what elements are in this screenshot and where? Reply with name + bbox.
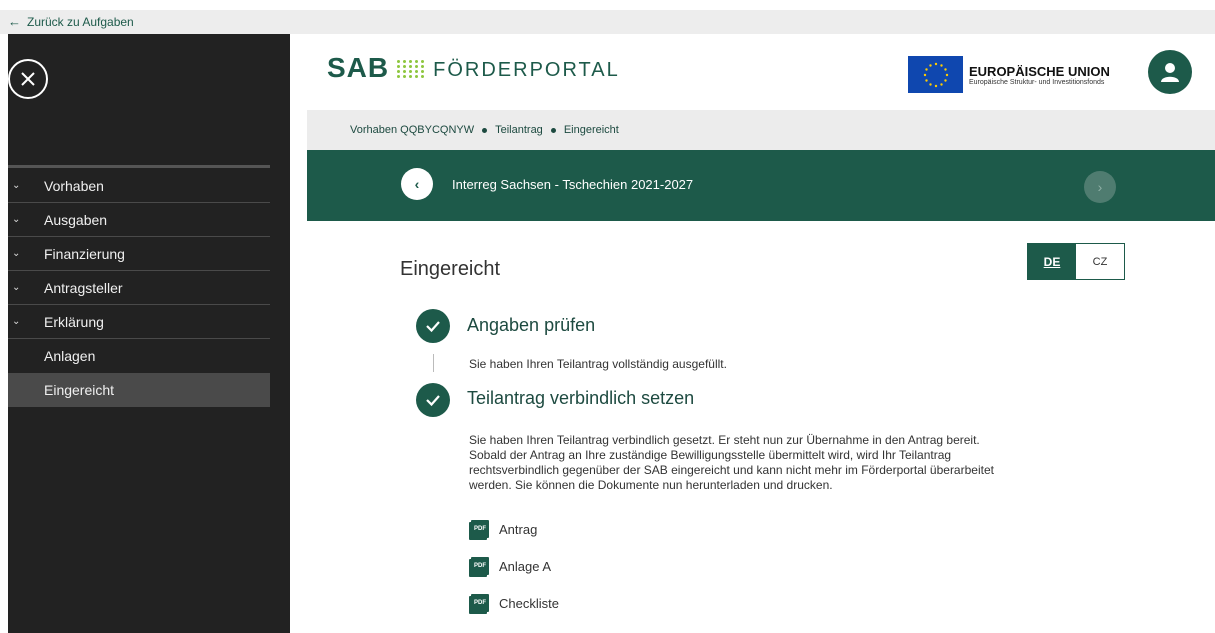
sidebar-item-label: Eingereicht xyxy=(44,382,115,398)
arrow-left-icon: ← xyxy=(8,14,21,29)
chevron-down-icon: ⌄ xyxy=(12,282,21,293)
user-avatar-button[interactable] xyxy=(1148,50,1192,94)
step-text-line: werden. Sie können die Dokumente nun her… xyxy=(469,478,833,492)
sidebar-item-label: Anlagen xyxy=(44,348,96,364)
breadcrumb-item-eingereicht: Eingereicht xyxy=(563,124,619,136)
step-title: Angaben prüfen xyxy=(467,315,596,335)
pdf-icon: PDF xyxy=(471,520,489,538)
step-text-line: Sobald der Antrag an Ihre zuständige Bew… xyxy=(469,448,952,462)
document-link-antrag[interactable]: PDF Antrag xyxy=(471,520,537,538)
back-to-tasks-link[interactable]: ← Zurück zu Aufgaben xyxy=(8,14,134,29)
program-banner: ‹ Interreg Sachsen - Tschechien 2021-202… xyxy=(307,150,1215,221)
checkmark-icon xyxy=(426,395,440,407)
sidebar: ⌄ Vorhaben ⌄ Ausgaben ⌄ Finanzierung ⌄ A… xyxy=(8,34,290,633)
header: SAB FÖRDERPORTAL EUROPÄISCHE UNION Europ… xyxy=(307,34,1215,110)
step-description: Sie haben Ihren Teilantrag verbindlich g… xyxy=(469,433,994,493)
page-title: Eingereicht xyxy=(400,258,501,280)
breadcrumb-separator xyxy=(482,127,488,133)
back-link-label: Zurück zu Aufgaben xyxy=(27,14,134,29)
step-complete-icon xyxy=(416,383,450,417)
document-link-checkliste[interactable]: PDF Checkliste xyxy=(471,594,559,612)
sidebar-item-eingereicht[interactable]: Eingereicht xyxy=(8,373,270,407)
pdf-icon: PDF xyxy=(471,594,489,612)
eu-subtitle: Europäische Struktur- und Investitionsfo… xyxy=(969,78,1105,86)
language-de-button[interactable]: DE xyxy=(1028,244,1076,279)
sidebar-item-finanzierung[interactable]: ⌄ Finanzierung xyxy=(8,237,270,271)
sab-logo[interactable]: SAB FÖRDERPORTAL xyxy=(327,52,620,84)
document-label: Checkliste xyxy=(499,595,559,611)
breadcrumb-item-teilantrag[interactable]: Teilantrag xyxy=(495,124,543,136)
user-icon xyxy=(1161,63,1179,82)
breadcrumb-item-vorhaben[interactable]: Vorhaben QQBYCQNYW xyxy=(350,124,474,136)
document-label: Anlage A xyxy=(499,558,552,574)
step-complete-icon xyxy=(416,309,450,343)
sidebar-item-label: Antragsteller xyxy=(44,279,123,296)
breadcrumb: Vorhaben QQBYCQNYW Teilantrag Eingereich… xyxy=(307,110,1215,150)
chevron-down-icon: ⌄ xyxy=(12,248,21,259)
pdf-icon: PDF xyxy=(471,557,489,575)
sidebar-item-antragsteller[interactable]: ⌄ Antragsteller xyxy=(8,271,270,305)
language-cz-button[interactable]: CZ xyxy=(1076,244,1124,279)
chevron-down-icon: ⌄ xyxy=(12,316,21,327)
chevron-down-icon: ⌄ xyxy=(12,180,21,191)
step-text-line: rechtsverbindlich gegenüber der SAB eing… xyxy=(469,463,994,477)
chevron-down-icon: ⌄ xyxy=(12,214,21,225)
step-text-line: Sie haben Ihren Teilantrag verbindlich g… xyxy=(469,433,980,447)
sidebar-item-erklaerung[interactable]: ⌄ Erklärung xyxy=(8,305,270,339)
sidebar-nav: ⌄ Vorhaben ⌄ Ausgaben ⌄ Finanzierung ⌄ A… xyxy=(8,169,270,407)
sidebar-item-vorhaben[interactable]: ⌄ Vorhaben xyxy=(8,169,270,203)
logo-dots-icon xyxy=(397,60,425,78)
sidebar-item-ausgaben[interactable]: ⌄ Ausgaben xyxy=(8,203,270,237)
top-bar: ← Zurück zu Aufgaben xyxy=(0,0,1215,34)
close-menu-button[interactable] xyxy=(8,59,48,99)
sidebar-item-label: Erklärung xyxy=(44,313,104,330)
step-connector xyxy=(433,354,434,372)
checkmark-icon xyxy=(426,321,440,333)
step-description: Sie haben Ihren Teilantrag vollständig a… xyxy=(469,357,727,371)
eu-title: EUROPÄISCHE UNION xyxy=(969,63,1110,79)
logo-portal-text: FÖRDERPORTAL xyxy=(433,59,620,81)
program-title: Interreg Sachsen - Tschechien 2021-2027 xyxy=(452,177,694,192)
step-title: Teilantrag verbindlich setzen xyxy=(467,388,695,408)
document-label: Antrag xyxy=(499,521,538,537)
language-toggle: DE CZ xyxy=(1027,243,1125,280)
sidebar-item-label: Finanzierung xyxy=(44,245,125,262)
breadcrumb-separator xyxy=(550,127,556,133)
eu-flag-icon xyxy=(908,56,963,93)
chevron-right-icon: › xyxy=(1097,179,1103,195)
next-button[interactable]: › xyxy=(1084,171,1116,203)
chevron-left-icon: ‹ xyxy=(414,176,420,192)
sidebar-item-label: Vorhaben xyxy=(44,177,104,194)
sidebar-divider xyxy=(8,165,270,168)
sidebar-item-label: Ausgaben xyxy=(44,211,108,228)
eu-logo: EUROPÄISCHE UNION Europäische Struktur- … xyxy=(908,56,1110,93)
sidebar-item-anlagen[interactable]: Anlagen xyxy=(8,339,270,373)
close-icon xyxy=(21,72,35,86)
document-link-anlage-a[interactable]: PDF Anlage A xyxy=(471,557,551,575)
logo-sab-text: SAB xyxy=(327,52,390,83)
previous-button[interactable]: ‹ xyxy=(401,168,433,200)
